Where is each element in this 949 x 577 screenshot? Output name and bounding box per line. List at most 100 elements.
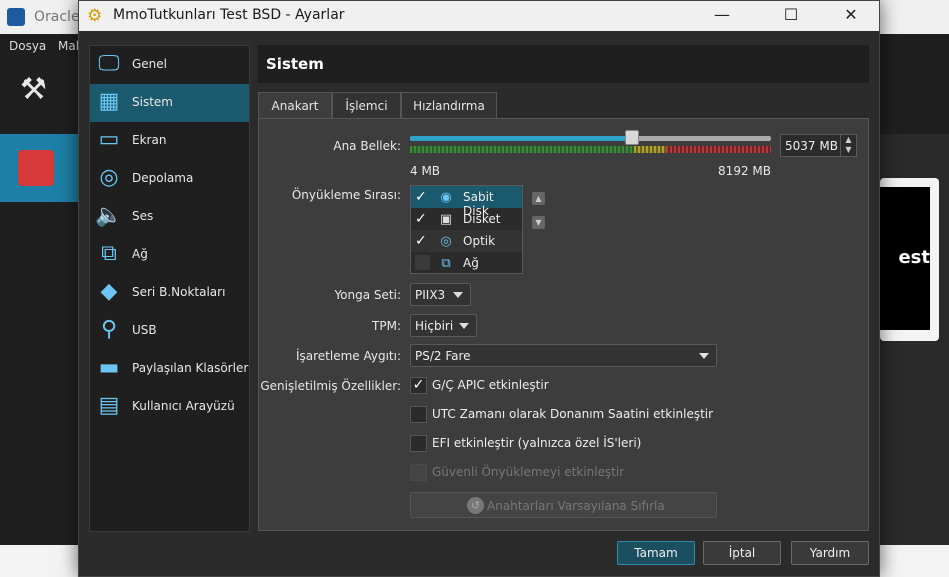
vm-preview: est (880, 178, 939, 341)
usb-icon: ⚲ (100, 317, 118, 342)
speaker-icon: 🔈 (95, 203, 123, 228)
chip-icon: ▦ (98, 89, 120, 114)
tpm-label: TPM: (372, 319, 401, 333)
check-icon[interactable]: ✓ (415, 189, 429, 205)
maximize-button[interactable]: ☐ (768, 1, 814, 31)
close-button[interactable]: ✕ (828, 1, 874, 31)
chipset-label: Yonga Seti: (334, 288, 401, 302)
dialog-title: MmoTutkunları Test BSD - Ayarlar (113, 7, 345, 23)
sidebar-item-usb[interactable]: ⚲ USB (90, 312, 249, 350)
reset-icon: ↺ (467, 497, 484, 514)
settings-sidebar: 🖵 Genel ▦ Sistem ▭ Ekran ◎ Depolama 🔈 Se… (89, 45, 250, 532)
sidebar-item-network[interactable]: ⧉ Ağ (90, 236, 249, 274)
sidebar-item-label: Kullanıcı Arayüzü (132, 399, 235, 413)
boot-item-optical[interactable]: ✓ ◎ Optik (411, 230, 522, 252)
help-button[interactable]: Yardım (791, 541, 869, 565)
check-icon[interactable]: ✓ (415, 233, 429, 249)
memory-min-label: 4 MB (410, 164, 441, 178)
folder-icon: ▬ (98, 355, 120, 380)
boot-item-floppy[interactable]: ✓ ▣ Disket (411, 208, 522, 230)
network-icon: ⧉ (101, 241, 117, 266)
tab-processor[interactable]: İşlemci (332, 92, 401, 119)
tpm-value: Hiçbiri (415, 319, 454, 333)
network-icon: ⧉ (441, 256, 451, 271)
sidebar-item-general[interactable]: 🖵 Genel (90, 46, 249, 84)
memory-label: Ana Bellek: (333, 139, 401, 153)
sidebar-item-label: Ağ (132, 247, 148, 261)
ui-window-icon: ▤ (98, 393, 120, 418)
sidebar-item-label: Depolama (132, 171, 194, 185)
vm-preview-screen: est (880, 187, 930, 330)
ok-button[interactable]: Tamam (617, 541, 695, 565)
settings-gear-icon: ⚙ (87, 6, 103, 26)
unchecked-box[interactable] (410, 435, 427, 452)
feature-label: EFI etkinleştir (yalnızca özel İS'leri) (432, 436, 642, 450)
move-up-icon[interactable]: ▲ (532, 192, 545, 205)
vm-list-item[interactable] (0, 134, 80, 202)
chevron-down-icon (453, 292, 463, 298)
menu-file[interactable]: Dosya (9, 39, 46, 53)
boot-item-network[interactable]: ⧉ Ağ (411, 252, 522, 274)
sidebar-item-label: Ses (132, 209, 154, 223)
chipset-select[interactable]: PIIX3 (410, 283, 471, 306)
sidebar-item-label: Genel (132, 57, 168, 71)
memory-spinbox[interactable]: 5037 MB ▲ ▼ (780, 134, 857, 157)
memory-slider-handle[interactable] (624, 130, 639, 145)
sidebar-item-shared-folders[interactable]: ▬ Paylaşılan Klasörler (90, 350, 249, 388)
display-icon: ▭ (98, 127, 120, 152)
sidebar-item-display[interactable]: ▭ Ekran (90, 122, 249, 160)
sidebar-item-system[interactable]: ▦ Sistem (90, 84, 249, 122)
pointing-device-value: PS/2 Fare (415, 349, 471, 363)
boot-item-label: Disket (463, 212, 501, 226)
unchecked-box[interactable] (415, 255, 430, 270)
virtualbox-logo-icon (7, 8, 25, 26)
memory-value: 5037 MB (785, 139, 838, 153)
tools-icon[interactable]: ⚒ (20, 72, 47, 107)
scale-safe (410, 146, 634, 153)
feature-label: Güvenli Önyüklemeyi etkinleştir (432, 465, 625, 479)
sidebar-item-serial-ports[interactable]: ◆ Seri B.Noktaları (90, 274, 249, 312)
memory-slider-fill (410, 136, 632, 141)
reset-keys-button: ↺ Anahtarları Varsayılana Sıfırla (410, 492, 717, 518)
tab-motherboard[interactable]: Anakart (258, 92, 332, 120)
boot-item-hard-disk[interactable]: ✓ ◉ Sabit Disk (411, 186, 522, 218)
unchecked-box[interactable] (410, 406, 427, 423)
sidebar-item-label: Seri B.Noktaları (132, 285, 226, 299)
sidebar-item-audio[interactable]: 🔈 Ses (90, 198, 249, 236)
serial-port-icon: ◆ (100, 279, 118, 304)
boot-order-label: Önyükleme Sırası: (291, 188, 401, 202)
pointing-device-select[interactable]: PS/2 Fare (410, 344, 717, 367)
hard-disk-icon: ◉ (440, 190, 452, 205)
minimize-button[interactable]: — (699, 1, 745, 31)
tpm-select[interactable]: Hiçbiri (410, 314, 477, 337)
check-icon[interactable]: ✓ (410, 377, 427, 394)
feature-label: UTC Zamanı olarak Donanım Saatini etkinl… (432, 407, 714, 421)
check-icon[interactable]: ✓ (415, 211, 429, 227)
spin-arrows-icon[interactable]: ▲ ▼ (840, 135, 856, 156)
extended-features-label: Genişletilmiş Özellikler: (260, 379, 401, 393)
chipset-value: PIIX3 (415, 288, 446, 302)
boot-item-label: Optik (463, 234, 496, 248)
feature-label: G/Ç APIC etkinleştir (432, 378, 549, 392)
section-header: Sistem (258, 45, 869, 83)
memory-slider[interactable] (410, 136, 771, 141)
floppy-icon: ▣ (439, 212, 453, 227)
dialog-titlebar: ⚙ MmoTutkunları Test BSD - Ayarlar — ☐ ✕ (79, 1, 879, 31)
monitor-icon: 🖵 (98, 51, 120, 76)
sidebar-item-label: Ekran (132, 133, 167, 147)
sidebar-item-label: Sistem (132, 95, 173, 109)
sidebar-item-label: Paylaşılan Klasörler (132, 361, 249, 375)
memory-max-label: 8192 MB (718, 164, 771, 178)
move-down-icon[interactable]: ▼ (532, 216, 545, 229)
scale-warn (634, 146, 666, 153)
settings-dialog: ⚙ MmoTutkunları Test BSD - Ayarlar — ☐ ✕… (78, 0, 880, 577)
sidebar-item-user-interface[interactable]: ▤ Kullanıcı Arayüzü (90, 388, 249, 426)
sidebar-item-storage[interactable]: ◎ Depolama (90, 160, 249, 198)
tab-acceleration[interactable]: Hızlandırma (401, 92, 497, 119)
boot-item-label: Ağ (463, 256, 479, 270)
memory-slider-scale (410, 146, 771, 153)
disk-icon: ◎ (99, 165, 119, 190)
unchecked-box-disabled (410, 464, 427, 481)
cancel-button[interactable]: İptal (703, 541, 781, 565)
sidebar-item-label: USB (132, 323, 157, 337)
